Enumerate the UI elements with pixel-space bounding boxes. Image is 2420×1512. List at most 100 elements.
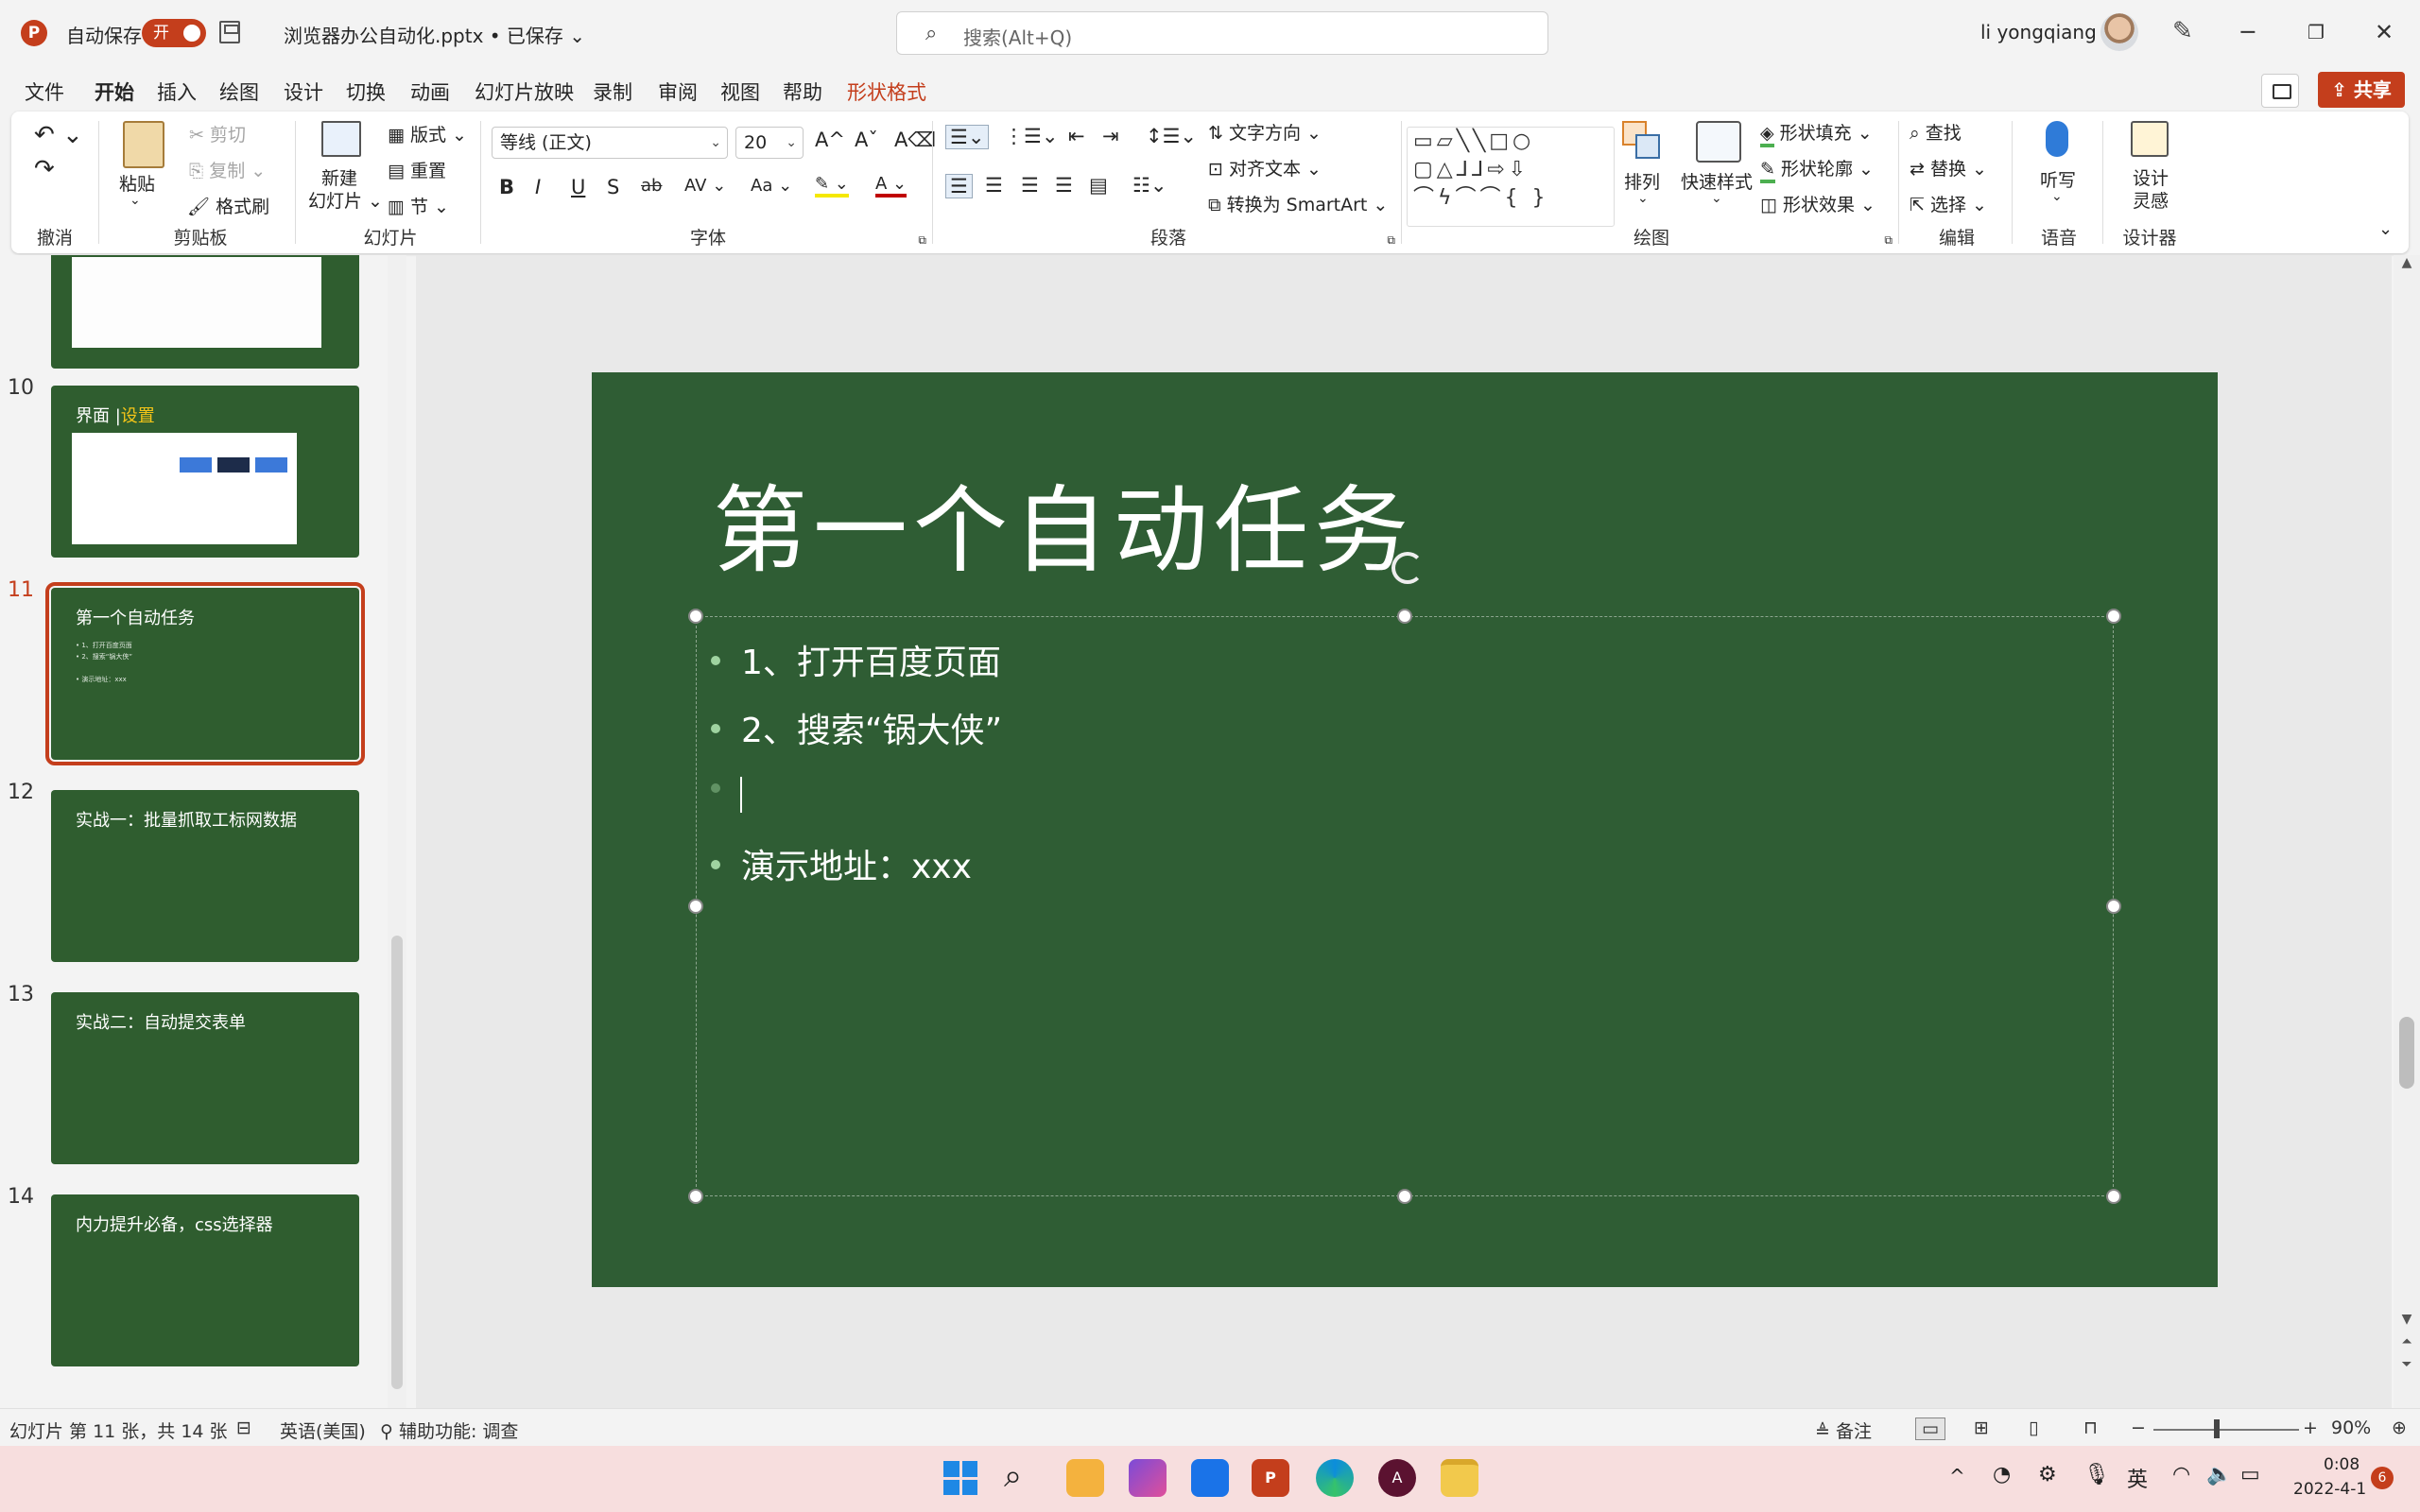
dialog-launcher-icon[interactable]: ⧉ [1387, 233, 1395, 248]
dialog-launcher-icon[interactable]: ⧉ [1884, 233, 1893, 248]
reading-view-icon[interactable]: ▯ [2029, 1418, 2038, 1438]
strikethrough-button[interactable]: ab [641, 176, 662, 196]
highlight-button[interactable]: ✎ ⌄ [815, 174, 849, 198]
slide-title[interactable]: 第一个自动任务 [713, 454, 1414, 591]
clock-time[interactable]: 0:08 [2324, 1455, 2360, 1474]
tab-slideshow[interactable]: 幻灯片放映 [475, 77, 574, 106]
wifi-icon[interactable]: ◠ [2172, 1463, 2190, 1486]
dictate-button[interactable]: 听写 [2040, 166, 2076, 192]
text-shadow-button[interactable]: S [607, 176, 619, 198]
format-painter-button[interactable]: 🖌 格式刷 [187, 193, 269, 218]
text-direction-button[interactable]: ⇅ 文字方向 ⌄ [1208, 119, 1322, 145]
bullet-item-empty[interactable] [711, 771, 741, 810]
slide-thumbnail-10[interactable]: 界面 |设置 [51, 386, 359, 558]
tab-file[interactable]: 文件 [25, 77, 64, 106]
powerpoint-taskbar-icon[interactable]: P [1252, 1459, 1289, 1497]
bullet-item[interactable]: 演示地址：xxx [711, 839, 972, 888]
spelling-icon[interactable]: ⊟ [236, 1418, 251, 1438]
slide-thumbnail-13[interactable]: 实战二：自动提交表单 [51, 992, 359, 1164]
paste-button[interactable]: 粘贴 [119, 170, 155, 196]
section-button[interactable]: ▥ 节 ⌄ [388, 193, 449, 218]
battery-icon[interactable]: ▭ [2240, 1463, 2260, 1486]
shape-fill-button[interactable]: ◈ 形状填充 ⌄ [1760, 119, 1873, 147]
resize-handle[interactable] [2106, 609, 2121, 624]
tab-review[interactable]: 审阅 [658, 77, 698, 106]
zoom-out-icon[interactable]: − [2131, 1418, 2146, 1438]
tab-animations[interactable]: 动画 [410, 77, 450, 106]
clear-format-button[interactable]: A⌫ [894, 129, 936, 151]
autosave-toggle[interactable]: 开 [142, 19, 206, 47]
font-color-button[interactable]: A ⌄ [875, 174, 908, 198]
paste-dropdown-icon[interactable]: ⌄ [130, 193, 141, 208]
normal-view-icon[interactable]: ▭ [1915, 1418, 1945, 1440]
columns-button[interactable]: ☷⌄ [1132, 174, 1167, 197]
italic-button[interactable]: I [535, 176, 541, 198]
resize-handle[interactable] [2106, 899, 2121, 914]
next-slide-icon[interactable]: ⏷ [2394, 1357, 2420, 1372]
find-button[interactable]: ⌕ 查找 [1910, 119, 1962, 145]
new-slide-icon[interactable] [321, 121, 361, 157]
align-left-button[interactable]: ☰ [945, 174, 973, 198]
slide-thumbnail-9[interactable] [51, 255, 359, 369]
distributed-button[interactable]: ▤ [1089, 174, 1108, 197]
share-button[interactable]: ⇪ 共享 [2318, 72, 2405, 108]
resize-handle[interactable] [1397, 609, 1412, 624]
pen-icon[interactable]: ✎ [2172, 17, 2193, 45]
designer-icon[interactable] [2131, 121, 2169, 157]
tab-help[interactable]: 帮助 [783, 77, 822, 106]
change-case-button[interactable]: Aa ⌄ [751, 176, 792, 196]
canvas-scrollbar[interactable]: ▲ ▼ ⏶ ⏷ [2394, 255, 2420, 1408]
thumbnail-scrollbar[interactable] [388, 255, 406, 1408]
microphone-icon[interactable]: 🎙 [2083, 1463, 2110, 1486]
slide-thumbnail-12[interactable]: 实战一：批量抓取工标网数据 [51, 790, 359, 962]
tab-transitions[interactable]: 切换 [346, 77, 386, 106]
app-a-icon[interactable]: A [1378, 1459, 1416, 1497]
tab-shape-format[interactable]: 形状格式 [847, 77, 926, 106]
replace-button[interactable]: ⇄ 替换 ⌄ [1910, 155, 1987, 180]
quick-styles-button[interactable]: 快速样式 [1681, 168, 1753, 194]
file-explorer-icon[interactable] [1441, 1459, 1478, 1497]
avatar[interactable] [2100, 13, 2138, 51]
dialog-launcher-icon[interactable]: ⧉ [918, 233, 926, 248]
layout-button[interactable]: ▦ 版式 ⌄ [388, 121, 467, 146]
underline-button[interactable]: U [571, 176, 585, 198]
grow-font-button[interactable]: A^ [815, 129, 845, 151]
tray-app-icon[interactable]: ⚙ [2038, 1463, 2057, 1486]
slide-thumbnail-14[interactable]: 内力提升必备，css选择器 [51, 1194, 359, 1366]
language-indicator[interactable]: 英语(美国) [280, 1418, 366, 1443]
design-ideas-button[interactable]: 设计 [2133, 164, 2169, 190]
minimize-button[interactable]: ─ [2227, 13, 2269, 51]
increase-indent-button[interactable]: ⇥ [1102, 125, 1119, 147]
fit-to-window-icon[interactable]: ⊕ [2392, 1418, 2407, 1438]
previous-slide-icon[interactable]: ⏶ [2394, 1334, 2420, 1349]
font-size-select[interactable]: 20 ⌄ [735, 127, 804, 159]
undo-button[interactable]: ↶ ⌄ [34, 121, 83, 149]
tab-home[interactable]: 开始 [95, 77, 134, 115]
cut-button[interactable]: ✂ 剪切 [189, 121, 246, 146]
reset-button[interactable]: ▤ 重置 [388, 157, 446, 182]
rotate-handle-icon[interactable] [1392, 552, 1424, 584]
tab-design[interactable]: 设计 [284, 77, 323, 106]
line-spacing-button[interactable]: ↕☰⌄ [1146, 125, 1197, 147]
zoom-slider-knob[interactable] [2214, 1419, 2220, 1438]
justify-button[interactable]: ☰ [1055, 174, 1073, 197]
numbering-button[interactable]: ⋮☰⌄ [1004, 125, 1058, 147]
paste-icon[interactable] [123, 121, 164, 168]
bold-button[interactable]: B [499, 176, 514, 198]
shape-outline-button[interactable]: ✎ 形状轮廓 ⌄ [1760, 155, 1874, 183]
zoom-slider[interactable] [2153, 1429, 2299, 1431]
shapes-gallery[interactable]: ▭▱╲╲□○ ▢△⅃⅃⇨⇩ ⌒ϟ⌒⌒{ } [1407, 127, 1615, 227]
comments-button[interactable] [2261, 74, 2299, 108]
restore-button[interactable]: ❐ [2295, 13, 2337, 51]
zoom-level[interactable]: 90% [2331, 1418, 2371, 1438]
arrange-icon[interactable] [1622, 121, 1664, 163]
bullet-item[interactable]: 2、搜索“锅大侠” [711, 703, 1002, 752]
chevron-down-icon[interactable]: ⌄ [1711, 191, 1722, 206]
search-icon[interactable]: ⌕ [1004, 1457, 1022, 1495]
new-slide-dropdown[interactable]: 幻灯片 ⌄ [308, 187, 383, 213]
resize-handle[interactable] [2106, 1189, 2121, 1204]
tab-insert[interactable]: 插入 [157, 77, 197, 106]
design-ideas-button-line2[interactable]: 灵感 [2133, 187, 2169, 213]
shape-effects-button[interactable]: ◫ 形状效果 ⌄ [1760, 191, 1876, 216]
photos-icon[interactable] [1129, 1459, 1167, 1497]
